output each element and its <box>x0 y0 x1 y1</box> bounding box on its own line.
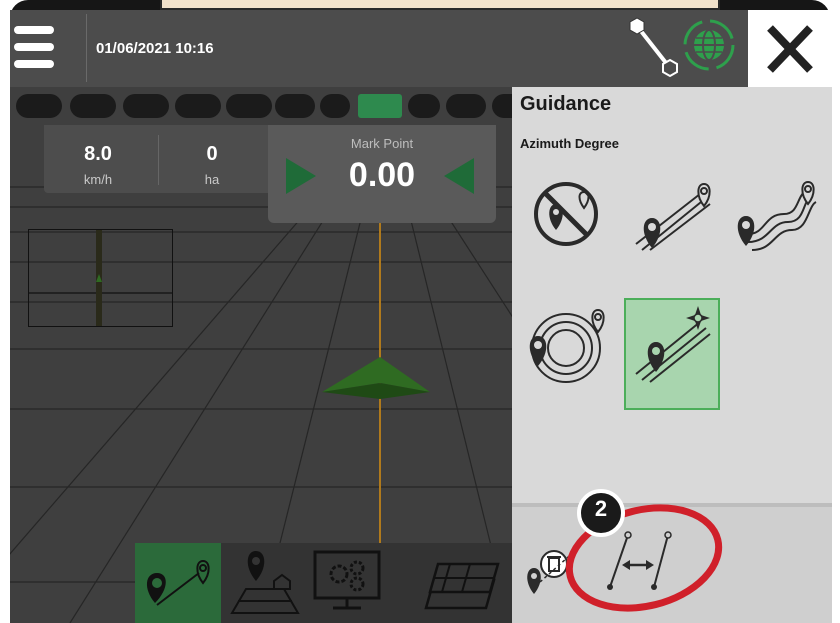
steer-left-arrow-icon <box>444 158 474 194</box>
boom-section-icon <box>408 94 440 118</box>
speed-value: 8.0 <box>84 143 112 165</box>
straight-ab-icon <box>635 182 711 251</box>
boom-section-icon <box>492 94 512 118</box>
callout-number: 2 <box>594 496 608 521</box>
curved-ab-icon <box>737 180 817 251</box>
mode-circle-pivot-button[interactable] <box>520 298 612 408</box>
no-guidance-icon <box>534 182 598 246</box>
field-icon[interactable] <box>228 545 304 617</box>
menu-button[interactable] <box>14 26 54 70</box>
boom-sections <box>10 90 512 118</box>
mode-straight-ab-button[interactable] <box>624 170 716 280</box>
boom-section-icon <box>226 94 272 118</box>
close-icon <box>767 25 813 73</box>
azimuth-degree-icon <box>635 306 711 383</box>
boom-section-icon <box>123 94 169 118</box>
settings-icon[interactable] <box>311 548 383 614</box>
boom-section-icon <box>175 94 221 118</box>
layers-icon[interactable] <box>420 546 500 616</box>
menu-icon <box>14 26 54 34</box>
steer-right-arrow-icon <box>286 158 316 194</box>
boom-section-icon <box>16 94 62 118</box>
boom-section-icon <box>70 94 116 118</box>
panel-title: Guidance <box>520 93 612 115</box>
mode-curved-ab-button[interactable] <box>730 170 822 280</box>
gnss-globe-icon[interactable] <box>682 18 736 72</box>
boom-section-icon <box>275 94 315 118</box>
guidance-mode-icon[interactable] <box>135 543 221 623</box>
mode-no-guidance-button[interactable] <box>522 170 614 280</box>
area-value: 0 <box>206 143 218 165</box>
boom-section-icon <box>320 94 350 118</box>
mark-point-label: Mark Point <box>350 136 414 151</box>
speed-unit: km/h <box>83 172 113 187</box>
mini-map[interactable] <box>28 229 173 327</box>
panel-subtitle: Azimuth Degree <box>520 136 619 151</box>
ab-line-icon[interactable] <box>628 14 680 80</box>
header-divider <box>86 14 87 82</box>
close-button[interactable] <box>748 10 832 87</box>
circle-pivot-icon <box>529 308 605 383</box>
area-unit: ha <box>204 172 220 187</box>
boom-section-active-icon <box>358 94 402 118</box>
boom-section-icon <box>446 94 486 118</box>
background-map-edge <box>160 0 720 10</box>
date-time: 01/06/2021 10:16 <box>96 40 214 57</box>
mode-azimuth-degree-button[interactable] <box>624 298 720 410</box>
